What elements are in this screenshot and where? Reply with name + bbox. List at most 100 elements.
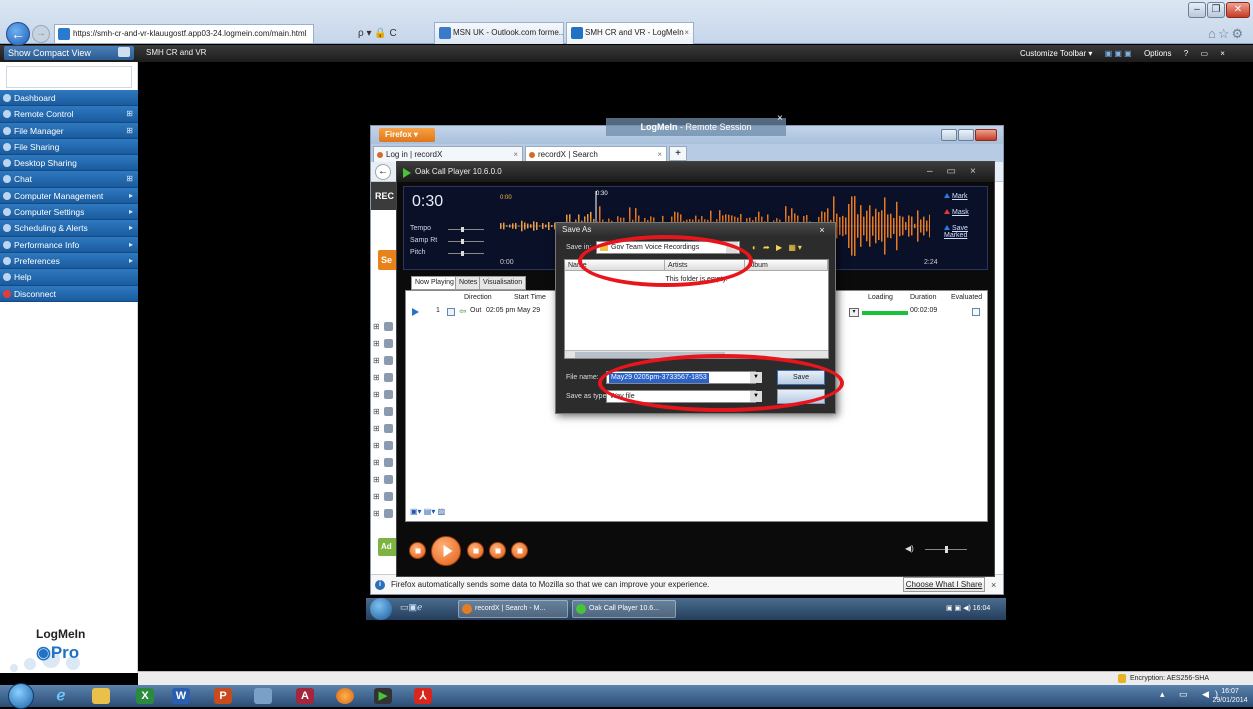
sidebar-item-file-sharing[interactable]: File Sharing bbox=[0, 138, 138, 156]
firefox-icon[interactable] bbox=[336, 688, 354, 704]
pause-button[interactable] bbox=[489, 542, 506, 559]
sidebar-item-preferences[interactable]: Preferences ▸ bbox=[0, 252, 138, 270]
player-icon[interactable]: ▶ bbox=[374, 688, 392, 704]
close-icon[interactable]: × bbox=[991, 575, 996, 595]
tab-notes[interactable]: Notes bbox=[455, 276, 482, 290]
row-checkbox[interactable] bbox=[447, 308, 455, 316]
toolbar-icons[interactable]: ▣ ▣ ▣ bbox=[1105, 49, 1132, 58]
back-arrow-icon[interactable]: ← bbox=[6, 22, 30, 46]
ie-icon[interactable]: ℯ bbox=[52, 688, 70, 704]
volume-control[interactable]: ◀) bbox=[905, 544, 985, 556]
forward-arrow-icon[interactable]: → bbox=[32, 25, 50, 43]
tempo-slider[interactable] bbox=[448, 229, 484, 230]
firefox-menu-button[interactable]: Firefox ▾ bbox=[379, 128, 435, 142]
new-tab-button[interactable]: + bbox=[669, 146, 687, 161]
stop-button[interactable] bbox=[467, 542, 484, 559]
close-icon[interactable]: × bbox=[777, 113, 783, 124]
sidebar-item-chat[interactable]: Chat ⊞ bbox=[0, 171, 138, 188]
tab-close-icon[interactable]: × bbox=[684, 23, 689, 43]
mark-link[interactable]: Mark bbox=[944, 193, 968, 200]
sample-rate-slider[interactable] bbox=[448, 241, 484, 242]
column-direction[interactable]: Direction bbox=[464, 294, 492, 301]
mask-link[interactable]: Mask bbox=[944, 209, 969, 216]
home-favorites-tools-icons[interactable]: ⌂☆⚙ bbox=[1208, 26, 1252, 42]
play-icon[interactable] bbox=[412, 308, 419, 316]
window-controls[interactable]: –▭× bbox=[927, 162, 993, 182]
rewind-button[interactable] bbox=[409, 542, 426, 559]
close-icon[interactable]: × bbox=[1220, 49, 1225, 58]
column-evaluated[interactable]: Evaluated bbox=[951, 294, 982, 301]
task-recordx[interactable]: recordX | Search - M... bbox=[458, 600, 568, 618]
tab-now-playing[interactable]: Now Playing bbox=[411, 276, 458, 290]
close-icon[interactable]: ✕ bbox=[1226, 2, 1250, 18]
restore-icon[interactable]: ▭ bbox=[1200, 49, 1208, 58]
sidebar-item-help[interactable]: Help bbox=[0, 269, 138, 286]
quick-launch-icons[interactable]: ▭▣ℯ bbox=[400, 602, 422, 613]
forward-button[interactable] bbox=[511, 542, 528, 559]
tab-close-icon[interactable]: × bbox=[513, 147, 518, 162]
tab-label: SMH CR and VR - LogMeIn bbox=[585, 28, 684, 37]
folder-icon[interactable] bbox=[92, 688, 110, 704]
sidebar-item-disconnect[interactable]: Disconnect bbox=[0, 285, 138, 302]
window-controls: – ❐ ✕ bbox=[1188, 2, 1250, 18]
address-bar[interactable]: https://smh-cr-and-vr-klauugostf.app03-2… bbox=[54, 24, 314, 44]
sidebar-item-scheduling[interactable]: Scheduling & Alerts ▸ bbox=[0, 220, 138, 237]
close-icon[interactable] bbox=[975, 129, 997, 141]
chevron-right-icon: ▸ bbox=[128, 207, 133, 217]
tab-recordx-search[interactable]: recordX | Search × bbox=[525, 146, 667, 162]
excel-icon[interactable]: X bbox=[136, 688, 154, 704]
clock[interactable]: 16:07 29/01/2014 bbox=[1208, 687, 1252, 705]
column-start-time[interactable]: Start Time bbox=[514, 294, 546, 301]
pitch-slider[interactable] bbox=[448, 253, 484, 254]
sidebar-item-remote-control[interactable]: Remote Control ⊞ bbox=[0, 106, 138, 123]
evaluated-checkbox[interactable] bbox=[972, 308, 980, 316]
maximize-icon[interactable] bbox=[958, 129, 974, 141]
column-loading[interactable]: Loading bbox=[868, 294, 893, 301]
list-toolbar-icons[interactable]: ▣▾ ▤▾ ▨ bbox=[410, 507, 445, 516]
address-controls[interactable]: ρ ▾ 🔒 C bbox=[358, 24, 428, 44]
powerpoint-icon[interactable]: P bbox=[214, 688, 232, 704]
column-album[interactable]: Album bbox=[745, 260, 828, 271]
volume-knob[interactable] bbox=[945, 546, 948, 553]
chevron-right-icon: ▸ bbox=[128, 223, 133, 233]
windows-start-icon[interactable] bbox=[370, 598, 392, 620]
folder-navigation-icons[interactable]: ◐ ➦ ▶ ▦▾ bbox=[752, 242, 812, 253]
column-duration[interactable]: Duration bbox=[910, 294, 936, 301]
dropdown-icon[interactable]: ▾ bbox=[849, 308, 859, 317]
choose-what-i-share-button[interactable]: Choose What I Share bbox=[903, 577, 985, 592]
pitch-knob[interactable] bbox=[461, 251, 464, 256]
close-icon[interactable]: × bbox=[814, 224, 830, 236]
task-oak-player[interactable]: Oak Call Player 10.6... bbox=[572, 600, 676, 618]
minimize-icon[interactable] bbox=[941, 129, 957, 141]
sidebar-item-desktop-sharing[interactable]: Desktop Sharing bbox=[0, 155, 138, 172]
tempo-knob[interactable] bbox=[461, 227, 464, 232]
windows-start-icon[interactable] bbox=[8, 683, 34, 709]
customize-toolbar-button[interactable]: Customize Toolbar ▾ bbox=[1020, 49, 1092, 58]
tray-icons[interactable]: ▣ ▣ ◀) bbox=[946, 605, 973, 612]
sample-rate-knob[interactable] bbox=[461, 239, 464, 244]
tab-login-recordx[interactable]: Log in | recordX × bbox=[373, 146, 523, 162]
maximize-icon[interactable]: ❐ bbox=[1207, 2, 1225, 18]
access-icon[interactable]: A bbox=[296, 688, 314, 704]
sidebar-item-computer-settings[interactable]: Computer Settings ▸ bbox=[0, 204, 138, 221]
tab-msn[interactable]: MSN UK - Outlook.com forme... bbox=[434, 22, 564, 44]
help-icon[interactable]: ? bbox=[1184, 49, 1188, 58]
tab-visualisation[interactable]: Visualisation bbox=[479, 276, 527, 290]
sidebar-item-computer-management[interactable]: Computer Management ▸ bbox=[0, 187, 138, 205]
app-icon[interactable] bbox=[254, 688, 272, 704]
compact-view-button[interactable]: Show Compact View bbox=[4, 46, 134, 60]
tab-close-icon[interactable]: × bbox=[657, 147, 662, 162]
chevron-right-icon: ▸ bbox=[128, 255, 133, 265]
tab-logmein[interactable]: SMH CR and VR - LogMeIn × bbox=[566, 22, 694, 44]
play-button[interactable] bbox=[431, 536, 461, 566]
minimize-icon[interactable]: – bbox=[1188, 2, 1206, 18]
pdf-icon[interactable]: ⅄ bbox=[414, 688, 432, 704]
back-arrow-icon[interactable]: ← bbox=[375, 164, 391, 180]
options-button[interactable]: Options bbox=[1144, 49, 1172, 58]
save-marked-link[interactable]: Save Marked bbox=[944, 225, 984, 239]
sidebar-item-performance-info[interactable]: Performance Info ▸ bbox=[0, 236, 138, 253]
sidebar-item-dashboard[interactable]: Dashboard bbox=[0, 90, 138, 107]
pin-icon[interactable] bbox=[118, 47, 130, 57]
sidebar-item-file-manager[interactable]: File Manager ⊞ bbox=[0, 122, 138, 139]
word-icon[interactable]: W bbox=[172, 688, 190, 704]
